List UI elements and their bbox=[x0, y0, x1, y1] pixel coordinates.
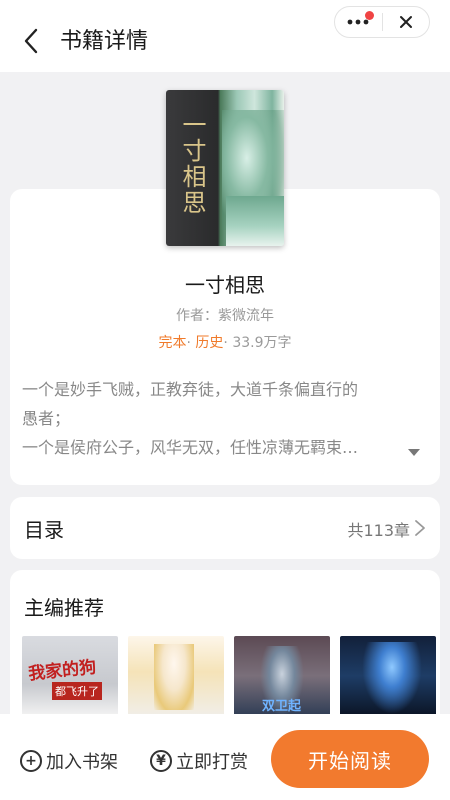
chapter-count: 共113章 bbox=[347, 521, 410, 540]
plus-circle-icon: + bbox=[20, 750, 42, 772]
close-icon bbox=[399, 16, 412, 28]
description-line: 一个是侯府公子，风华无双，任性凉薄无羁束… bbox=[22, 438, 359, 457]
book-cover[interactable]: 一寸相思 bbox=[166, 90, 284, 246]
chevron-left-icon bbox=[24, 28, 38, 54]
reward-label: 立即打赏 bbox=[176, 752, 248, 773]
cover-title-text: 我家的狗 bbox=[27, 657, 98, 685]
recommended-book[interactable]: 我家的狗 都飞升了 bbox=[22, 636, 118, 716]
status-tag: 完本 bbox=[158, 335, 187, 351]
caret-down-icon bbox=[408, 448, 420, 456]
page-title: 书籍详情 bbox=[60, 29, 149, 54]
start-reading-button[interactable]: 开始阅读 bbox=[271, 730, 429, 788]
cover-title-text: 一寸相思 bbox=[178, 112, 206, 216]
notification-dot bbox=[364, 11, 374, 20]
author-line: 作者：紫微流年 bbox=[176, 308, 274, 324]
editor-recommendations: 主编推荐 我家的狗 都飞升了 双卫起 bbox=[10, 570, 440, 730]
cover-artwork-stream bbox=[226, 196, 284, 246]
genre-tag: 历史 bbox=[195, 335, 224, 351]
section-title: 主编推荐 bbox=[24, 596, 104, 620]
description-line: 一个是妙手飞贼，正教弃徒，大道千条偏直行的 bbox=[22, 380, 359, 399]
chevron-right-icon bbox=[415, 520, 425, 536]
more-button[interactable] bbox=[335, 7, 382, 37]
top-bar: 书籍详情 bbox=[0, 0, 450, 72]
description-line: 愚者； bbox=[22, 409, 71, 428]
recommended-book[interactable] bbox=[128, 636, 224, 716]
bottom-action-bar: + 加入书架 ¥ 立即打赏 开始阅读 bbox=[0, 714, 450, 800]
cover-subtitle-text: 都飞升了 bbox=[52, 682, 102, 700]
close-button[interactable] bbox=[383, 7, 430, 37]
back-button[interactable] bbox=[18, 26, 44, 56]
recommended-book[interactable]: 双卫起 bbox=[234, 636, 330, 716]
reward-button[interactable]: ¥ 立即打赏 bbox=[150, 748, 248, 774]
toc-label: 目录 bbox=[24, 518, 64, 542]
mini-program-capsule bbox=[334, 6, 430, 38]
book-tags: 完本· 历史· 33.9万字 bbox=[10, 332, 440, 352]
cover-title-text: 双卫起 bbox=[262, 699, 302, 714]
expand-description-button[interactable] bbox=[406, 446, 422, 458]
more-dots-icon bbox=[347, 19, 369, 25]
tag-separator: · bbox=[223, 335, 233, 351]
table-of-contents-row[interactable]: 目录 共113章 bbox=[10, 497, 440, 559]
book-description[interactable]: 一个是妙手飞贼，正教弃徒，大道千条偏直行的 愚者； 一个是侯府公子，风华无双，任… bbox=[22, 375, 402, 462]
cover-artwork bbox=[154, 644, 194, 710]
recommended-book[interactable] bbox=[340, 636, 436, 716]
yen-circle-icon: ¥ bbox=[150, 750, 172, 772]
add-to-shelf-button[interactable]: + 加入书架 bbox=[20, 748, 118, 774]
add-to-shelf-label: 加入书架 bbox=[46, 752, 118, 773]
word-count: 33.9万字 bbox=[232, 335, 292, 351]
recommendation-list: 我家的狗 都飞升了 双卫起 bbox=[22, 636, 436, 716]
cover-artwork bbox=[362, 642, 422, 714]
book-title: 一寸相思 bbox=[185, 273, 265, 297]
